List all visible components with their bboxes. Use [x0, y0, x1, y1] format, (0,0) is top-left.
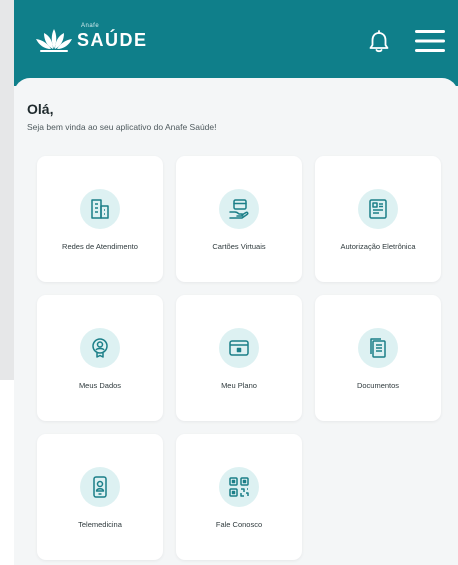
tile-label: Meus Dados: [78, 381, 122, 390]
tile-meus-dados[interactable]: Meus Dados: [37, 295, 163, 421]
greeting-title: Olá,: [27, 101, 54, 117]
bell-icon[interactable]: [368, 30, 390, 54]
lotus-logo-icon: [36, 29, 72, 52]
hamburger-menu-icon[interactable]: [414, 28, 446, 54]
tile-label: Autorização Eletrônica: [340, 242, 416, 251]
plan-card-icon: [219, 328, 259, 368]
app-screen: Anafe SAÚDE Olá, Seja bem vinda ao seu a…: [14, 0, 458, 565]
tile-label: Telemedicina: [78, 520, 122, 529]
tile-redes-de-atendimento[interactable]: Redes de Atendimento: [37, 156, 163, 282]
card-hand-icon: [219, 189, 259, 229]
logo-text: Anafe SAÚDE: [77, 23, 148, 51]
tile-fale-conosco[interactable]: Fale Conosco: [176, 434, 302, 560]
tile-label: Documentos: [356, 381, 400, 390]
app-header: Anafe SAÚDE: [14, 0, 458, 86]
qr-chat-icon: [219, 467, 259, 507]
documents-icon: [358, 328, 398, 368]
tile-telemedicina[interactable]: Telemedicina: [37, 434, 163, 560]
tile-documentos[interactable]: Documentos: [315, 295, 441, 421]
tile-meu-plano[interactable]: Meu Plano: [176, 295, 302, 421]
phone-doctor-icon: [80, 467, 120, 507]
logo-word: SAÚDE: [77, 29, 148, 50]
buildings-icon: [80, 189, 120, 229]
greeting-subtitle: Seja bem vinda ao seu aplicativo do Anaf…: [27, 122, 217, 132]
services-grid: Redes de Atendimento Cartões Virtuais Au…: [37, 156, 442, 560]
logo-small-text: Anafe: [81, 22, 100, 29]
document-authorization-icon: [358, 189, 398, 229]
tile-label: Meu Plano: [221, 381, 257, 390]
tile-label: Cartões Virtuais: [212, 242, 266, 251]
user-badge-icon: [80, 328, 120, 368]
app-logo: Anafe SAÚDE: [34, 23, 148, 53]
tile-cartoes-virtuais[interactable]: Cartões Virtuais: [176, 156, 302, 282]
tile-label: Redes de Atendimento: [62, 242, 138, 251]
tile-label: Fale Conosco: [215, 520, 263, 529]
tile-autorizacao-eletronica[interactable]: Autorização Eletrônica: [315, 156, 441, 282]
